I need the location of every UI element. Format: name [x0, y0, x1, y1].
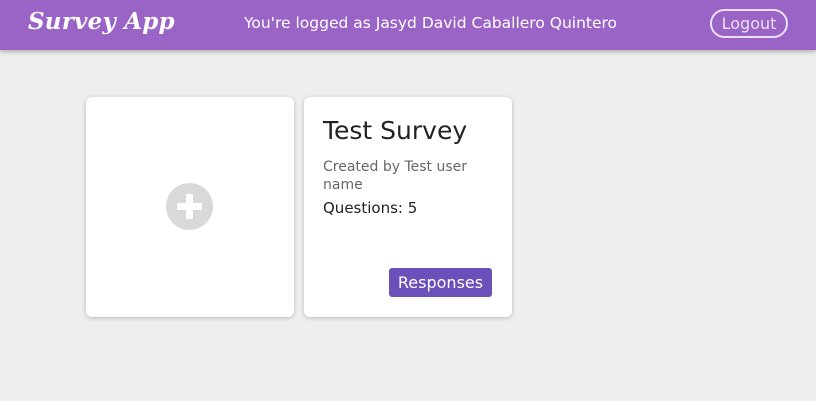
app-brand[interactable]: Survey App [28, 8, 175, 35]
top-bar: Survey App You're logged as Jasyd David … [0, 0, 816, 50]
responses-button[interactable]: Responses [389, 268, 492, 297]
survey-author: Created by Test user name [323, 159, 468, 193]
survey-question-count: Questions: 5 [323, 199, 418, 217]
survey-title: Test Survey [323, 116, 468, 145]
logged-user-text: You're logged as Jasyd David Caballero Q… [244, 14, 618, 32]
add-survey-card[interactable] [86, 97, 294, 317]
plus-circle-icon[interactable] [166, 183, 213, 230]
survey-card: Test Survey Created by Test user name Qu… [304, 97, 512, 317]
logout-button[interactable]: Logout [710, 9, 788, 38]
